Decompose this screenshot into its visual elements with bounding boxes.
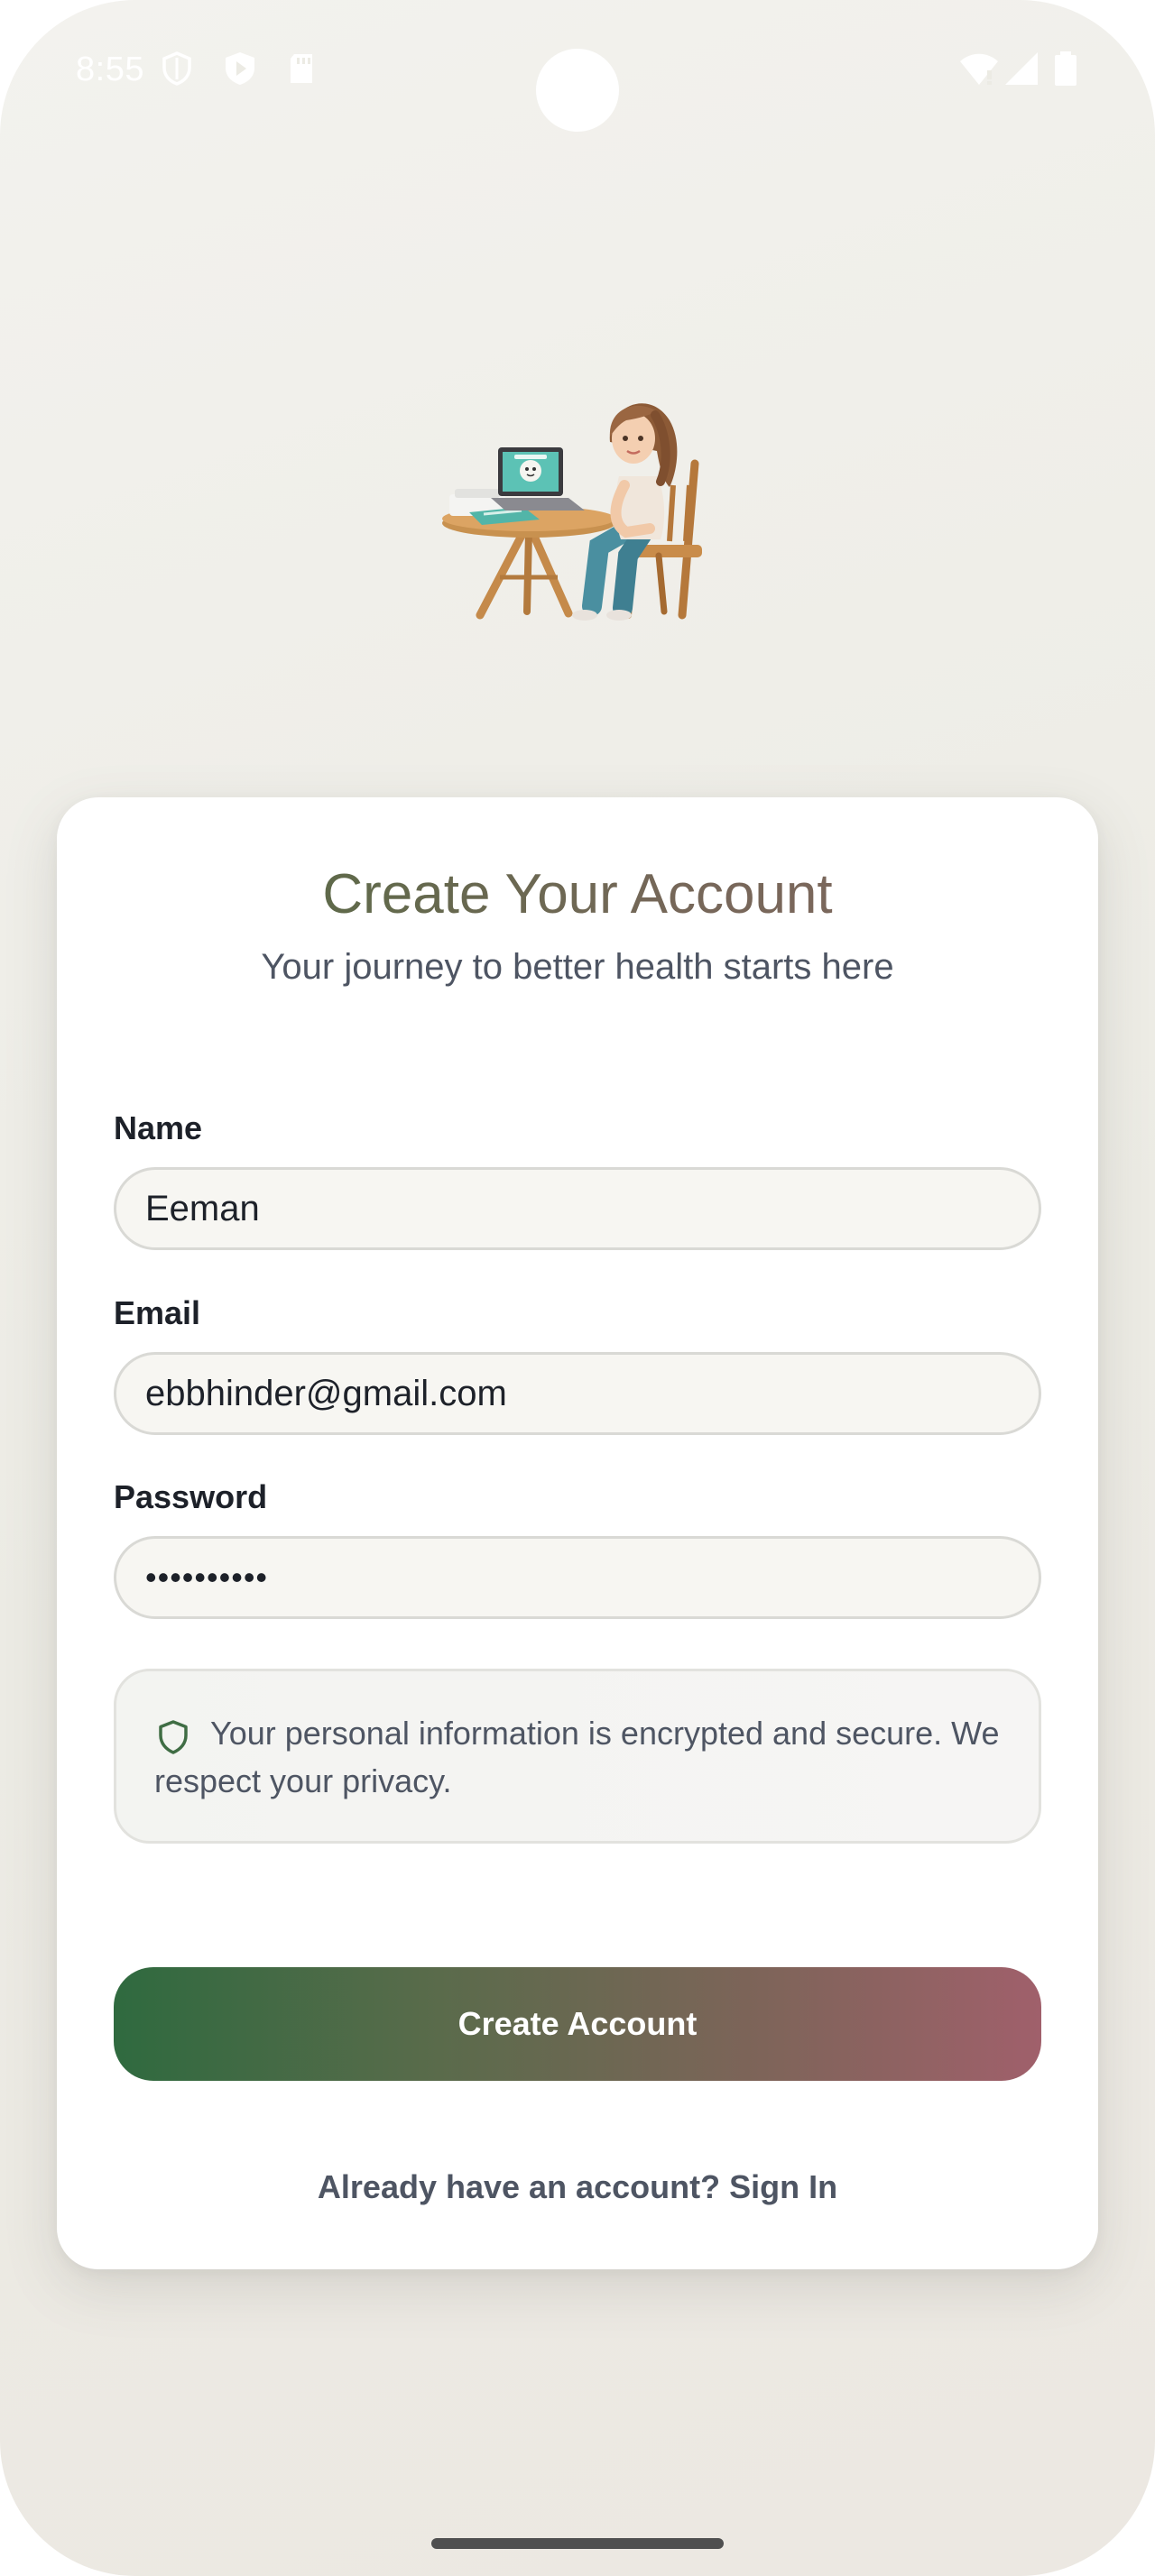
signup-card: Create Your Account Your journey to bett… <box>57 797 1098 2269</box>
signal-icon <box>1005 52 1038 85</box>
page-title: Create Your Account <box>57 859 1098 931</box>
password-field[interactable] <box>114 1536 1041 1619</box>
privacy-text: Your personal information is encrypted a… <box>154 1715 1000 1799</box>
home-indicator[interactable] <box>431 2538 724 2549</box>
email-input[interactable] <box>145 1355 1012 1432</box>
page-subtitle: Your journey to better health starts her… <box>261 947 894 987</box>
name-input[interactable] <box>145 1170 1012 1247</box>
password-label: Password <box>114 1478 268 1515</box>
battery-icon <box>1055 51 1076 86</box>
shield-status-icon <box>162 51 191 86</box>
woman-at-laptop-illustration <box>442 403 702 621</box>
name-field[interactable] <box>114 1167 1041 1250</box>
play-protect-icon <box>226 52 254 85</box>
name-label: Name <box>114 1109 203 1146</box>
sd-card-icon <box>291 54 312 83</box>
sign-in-link[interactable]: Already have an account? Sign In <box>57 2168 1098 2206</box>
camera-cutout <box>536 49 619 132</box>
email-label: Email <box>114 1294 201 1331</box>
create-account-button[interactable]: Create Account <box>114 1967 1041 2081</box>
email-field[interactable] <box>114 1352 1041 1435</box>
status-time: 8:55 <box>76 51 144 88</box>
phone-screen: 8:55 Create Your Account Your journey to… <box>0 0 1155 2576</box>
privacy-notice: Your personal information is encrypted a… <box>114 1669 1041 1844</box>
wifi-icon <box>960 53 998 85</box>
status-bar: 8:55 <box>0 0 1155 144</box>
password-input[interactable] <box>145 1539 1012 1616</box>
